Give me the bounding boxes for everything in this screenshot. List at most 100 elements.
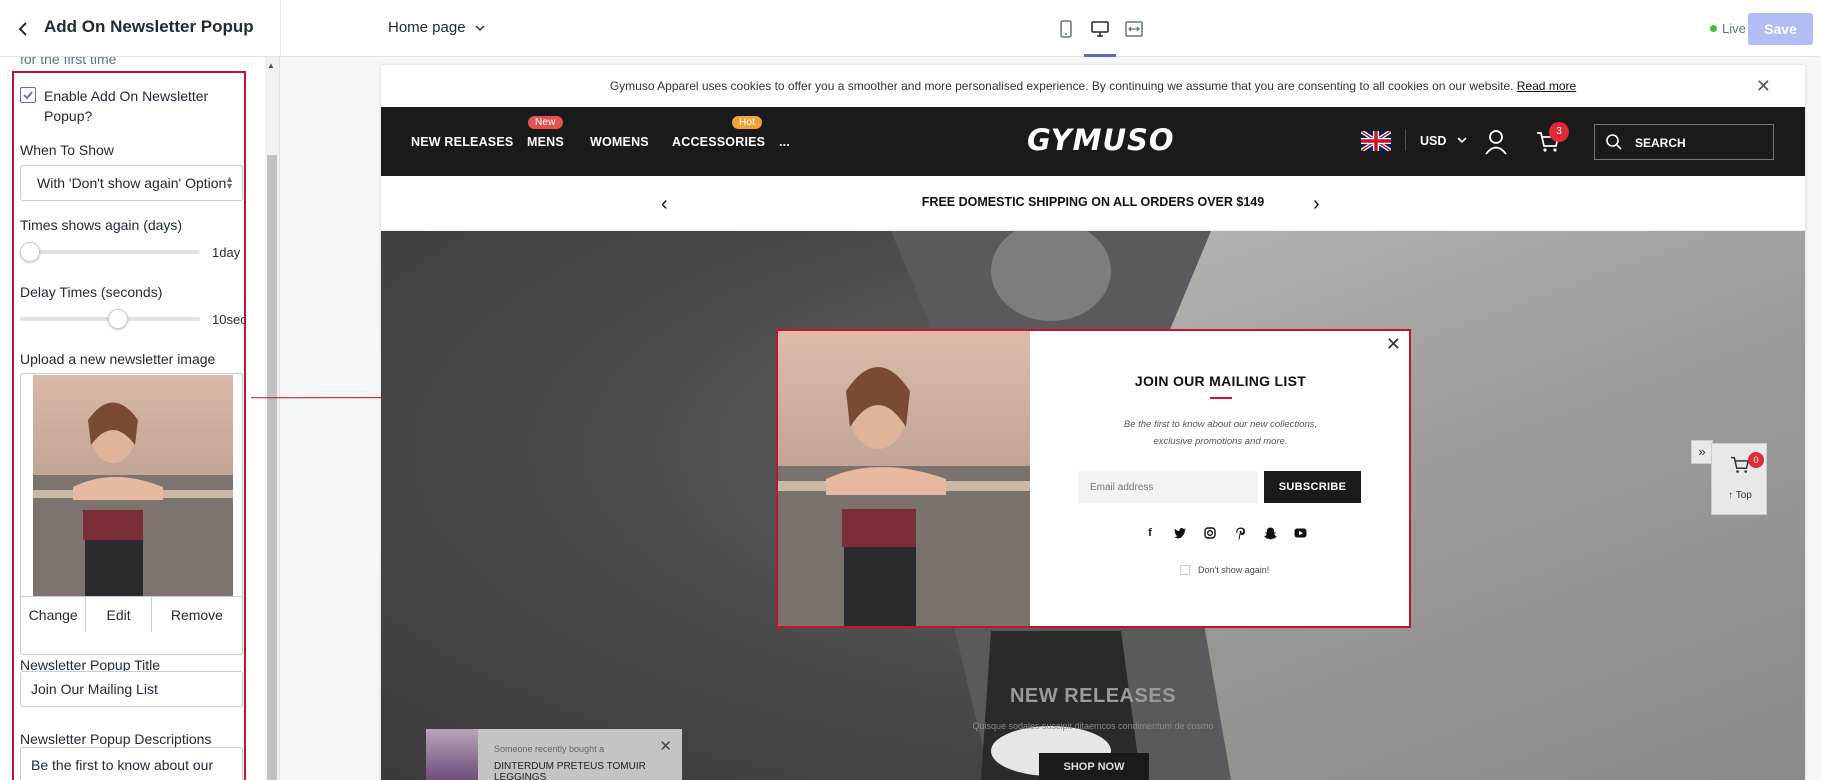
floating-side-widget: 0 ↑ Top xyxy=(1711,443,1767,515)
hero-shop-now-button[interactable]: SHOP NOW xyxy=(1039,753,1149,780)
popup-desc-line2: exclusive promotions and more. xyxy=(1153,436,1288,447)
instagram-icon[interactable] xyxy=(1203,526,1217,540)
panel-scrollbar-thumb[interactable] xyxy=(267,155,277,780)
times-again-value: 1day xyxy=(212,245,241,260)
image-actions: Change Edit Remove xyxy=(21,596,242,632)
slider-handle[interactable] xyxy=(108,309,128,329)
nav-item-label: ACCESSORIES xyxy=(672,135,766,149)
cart-count-badge: 3 xyxy=(1549,122,1569,142)
popup-title-underline xyxy=(1210,397,1232,399)
topbar-divider xyxy=(280,0,281,57)
live-status: Live xyxy=(1710,21,1746,36)
checkmark-icon xyxy=(23,91,33,100)
store-nav: NEW RELEASES MENS New WOMENS ACCESSORIES… xyxy=(381,107,1805,176)
twitter-icon[interactable] xyxy=(1173,526,1187,540)
edit-image-button[interactable]: Edit xyxy=(86,597,152,632)
search-placeholder: SEARCH xyxy=(1635,136,1686,150)
remove-image-button[interactable]: Remove xyxy=(151,597,242,632)
delay-slider[interactable] xyxy=(20,309,200,329)
search-icon xyxy=(1606,134,1622,150)
device-toggle-group xyxy=(1056,0,1144,57)
mobile-view-button[interactable] xyxy=(1056,0,1076,57)
newsletter-popup: ✕ JOIN OUR MAILING LIST Be the first to … xyxy=(776,329,1411,628)
select-arrows-icon: ▲ ▼ xyxy=(225,174,234,191)
dont-show-again-checkbox[interactable] xyxy=(1180,565,1190,575)
back-button[interactable] xyxy=(12,18,34,40)
user-icon[interactable] xyxy=(1484,129,1508,155)
social-links: f xyxy=(1143,526,1307,540)
popup-description: Be the first to know about our new colle… xyxy=(1030,416,1411,450)
times-again-slider[interactable] xyxy=(20,242,200,262)
newsletter-image-thumbnail xyxy=(33,375,233,596)
nav-item-womens[interactable]: WOMENS xyxy=(590,135,649,149)
currency-label: USD xyxy=(1420,134,1447,148)
cookie-read-more-link[interactable]: Read more xyxy=(1517,79,1576,93)
desktop-view-button[interactable] xyxy=(1084,0,1116,57)
cookie-text: Gymuso Apparel uses cookies to offer you… xyxy=(609,79,1514,93)
store-search-box[interactable]: SEARCH xyxy=(1594,124,1774,160)
popup-image xyxy=(778,331,1030,626)
dont-show-again-option[interactable]: Don't show again! xyxy=(1180,565,1269,575)
back-to-top-button[interactable]: ↑ Top xyxy=(1712,490,1768,501)
close-icon[interactable]: ✕ xyxy=(1756,77,1771,95)
nav-item-label: MENS xyxy=(527,135,564,149)
shipping-text: FREE DOMESTIC SHIPPING ON ALL ORDERS OVE… xyxy=(921,195,1265,209)
arrow-up-icon: ↑ xyxy=(1728,490,1734,501)
recent-purchase-product[interactable]: DINTERDUM PRETEUS TOMUIR LEGGINGS xyxy=(494,761,682,780)
chevron-down-icon xyxy=(1457,137,1467,144)
newsletter-image-picker: Change Edit Remove xyxy=(20,373,243,655)
cart-icon[interactable] xyxy=(1730,456,1750,474)
store-preview: Gymuso Apparel uses cookies to offer you… xyxy=(381,65,1805,780)
enable-popup-checkbox[interactable] xyxy=(20,87,36,103)
slider-handle[interactable] xyxy=(20,242,40,262)
desktop-icon xyxy=(1091,20,1109,37)
cut-off-text: for the first time xyxy=(20,57,117,67)
snapchat-icon[interactable] xyxy=(1263,526,1277,540)
page-selector[interactable]: Home page xyxy=(388,19,486,36)
popup-desc-line1: Be the first to know about our new colle… xyxy=(1123,419,1318,430)
popup-title-input[interactable] xyxy=(20,671,243,707)
uk-flag-icon[interactable] xyxy=(1361,131,1391,151)
when-to-show-label: When To Show xyxy=(20,142,114,158)
chevron-down-icon xyxy=(475,24,485,31)
close-icon[interactable]: ✕ xyxy=(1386,334,1401,355)
side-cart-count-badge: 0 xyxy=(1748,452,1764,468)
delay-label: Delay Times (seconds) xyxy=(20,284,163,300)
nav-badge-new: New xyxy=(528,116,563,129)
save-button[interactable]: Save xyxy=(1748,13,1813,45)
recent-product-thumbnail xyxy=(426,729,478,780)
chevron-right-icon[interactable]: › xyxy=(1313,194,1320,214)
popup-title: JOIN OUR MAILING LIST xyxy=(1134,373,1307,389)
facebook-icon[interactable]: f xyxy=(1143,526,1157,540)
store-logo[interactable]: GYMUSO xyxy=(1027,123,1175,157)
double-chevron-right-icon[interactable]: » xyxy=(1691,440,1713,464)
nav-item-accessories[interactable]: ACCESSORIES Hot xyxy=(672,116,766,149)
scroll-up-arrow-icon[interactable]: ▲ xyxy=(267,61,275,70)
popup-email-input[interactable] xyxy=(1078,471,1258,503)
fullwidth-icon xyxy=(1125,20,1143,37)
live-dot-icon xyxy=(1710,25,1717,32)
recent-purchase-line1: Someone recently bought a xyxy=(494,744,605,754)
change-image-button[interactable]: Change xyxy=(21,597,87,632)
dont-show-again-label: Don't show again! xyxy=(1198,565,1270,575)
nav-item-more[interactable]: ... xyxy=(779,135,790,149)
hero-title: NEW RELEASES xyxy=(1009,685,1177,707)
nav-item-mens[interactable]: MENS New xyxy=(527,116,564,149)
slider-track xyxy=(20,250,200,254)
times-again-label: Times shows again (days) xyxy=(20,217,183,233)
youtube-icon[interactable] xyxy=(1293,526,1307,540)
mobile-icon xyxy=(1060,19,1072,38)
panel-title: Add On Newsletter Popup xyxy=(44,17,254,36)
upload-image-label: Upload a new newsletter image xyxy=(20,351,216,367)
live-status-label: Live xyxy=(1722,21,1746,36)
pinterest-icon[interactable] xyxy=(1233,526,1247,540)
fullscreen-view-button[interactable] xyxy=(1124,0,1144,57)
subscribe-button[interactable]: SUBSCRIBE xyxy=(1264,471,1361,503)
currency-selector[interactable]: USD xyxy=(1420,134,1468,148)
when-to-show-select[interactable]: With 'Don't show again' Option ▲ ▼ xyxy=(20,165,243,201)
popup-desc-input[interactable] xyxy=(20,747,243,780)
nav-item-new-releases[interactable]: NEW RELEASES xyxy=(411,135,513,149)
close-icon[interactable]: ✕ xyxy=(659,737,672,755)
page-selector-label: Home page xyxy=(388,19,466,36)
delay-value: 10sec xyxy=(212,312,247,327)
